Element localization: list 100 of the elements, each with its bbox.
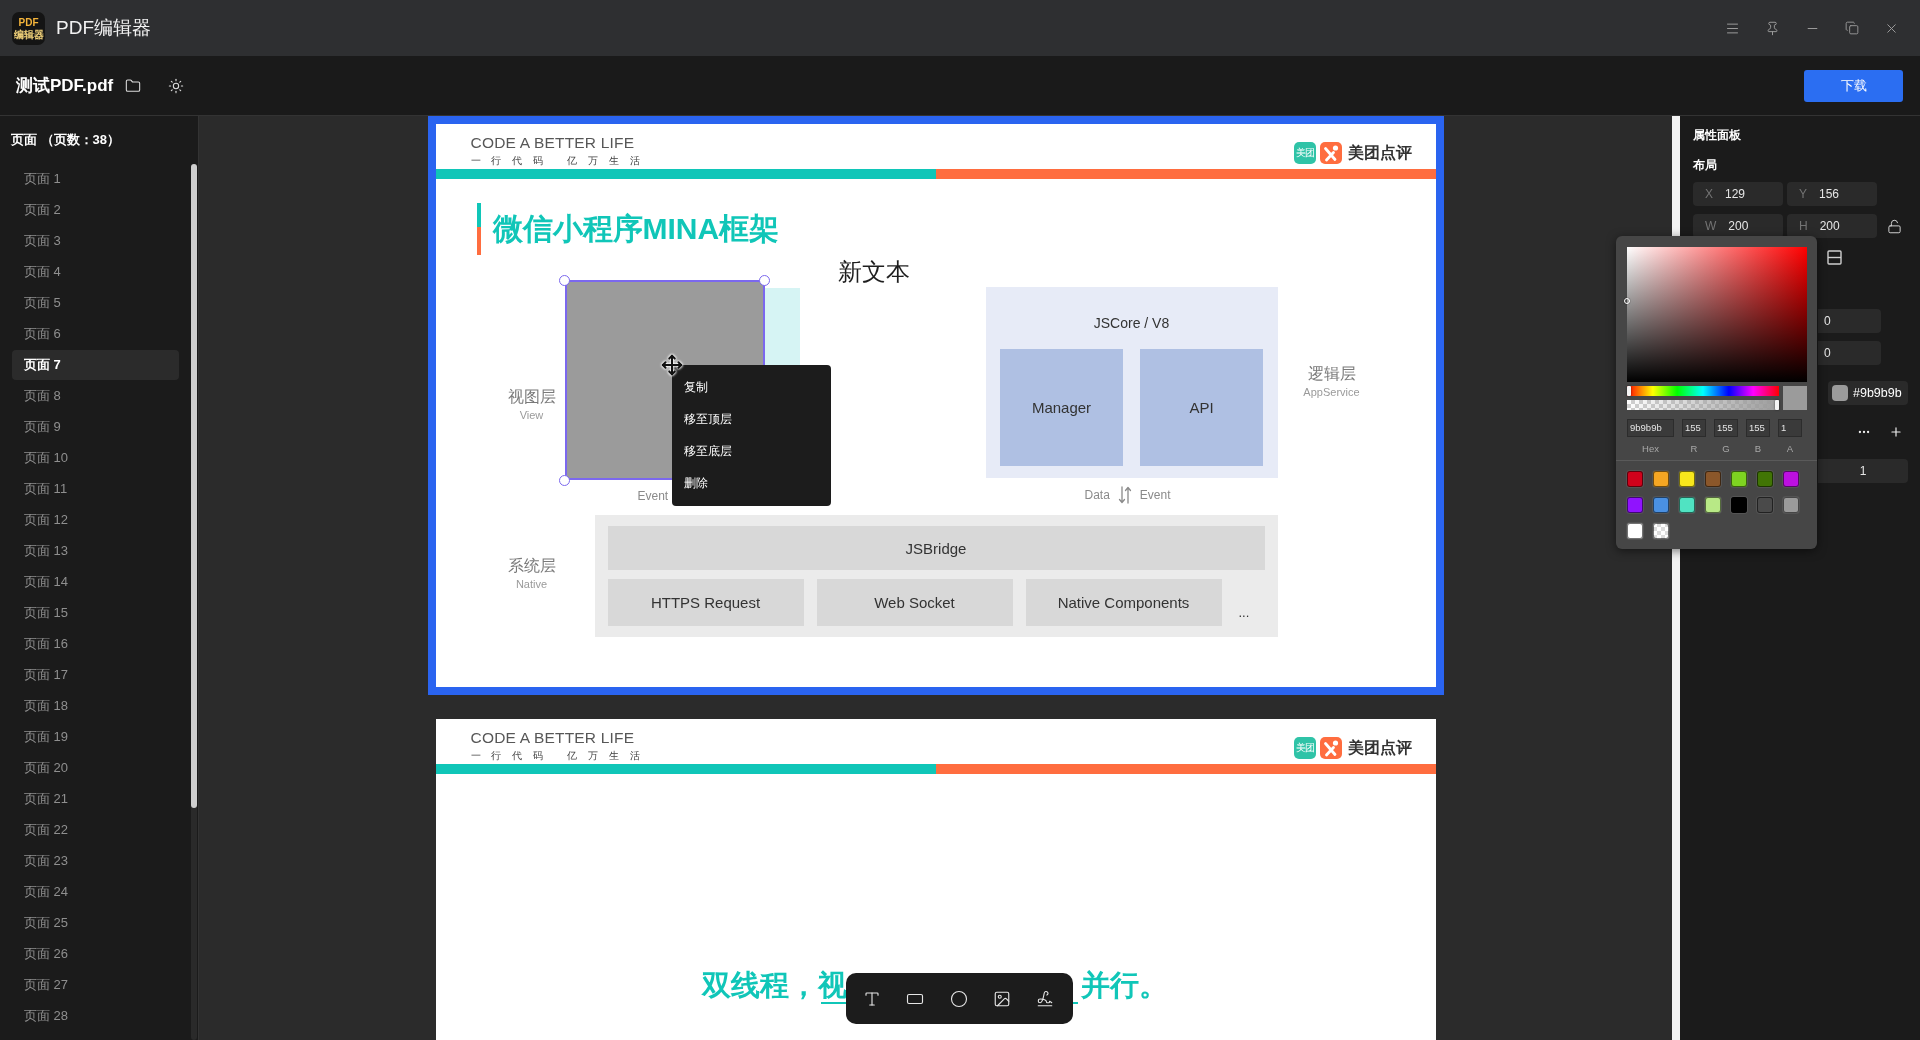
up-down-arrows-icon bbox=[1117, 486, 1132, 504]
swatch-icon[interactable] bbox=[1679, 497, 1695, 513]
horizontal-split-icon[interactable] bbox=[1827, 250, 1842, 265]
sun-icon[interactable] bbox=[168, 77, 185, 94]
saturation-field[interactable] bbox=[1627, 247, 1807, 382]
page-list-item[interactable]: 页面 23 bbox=[12, 846, 179, 876]
image-icon[interactable] bbox=[992, 989, 1011, 1008]
page-list-item[interactable]: 页面 13 bbox=[12, 536, 179, 566]
page-list-item[interactable]: 页面 1 bbox=[12, 164, 179, 194]
swatch-icon[interactable] bbox=[1757, 471, 1773, 487]
number-field[interactable]: W 200 bbox=[1693, 214, 1783, 238]
color-input-field[interactable]: 9b9b9b bbox=[1627, 419, 1674, 437]
checkered-swatch-icon[interactable] bbox=[1653, 523, 1669, 539]
swatch-icon[interactable] bbox=[1757, 497, 1773, 513]
hue-slider[interactable] bbox=[1627, 386, 1779, 396]
resize-handle-icon[interactable] bbox=[759, 274, 770, 286]
page-list-item[interactable]: 页面 22 bbox=[12, 815, 179, 845]
page-list-item[interactable]: 页面 16 bbox=[12, 629, 179, 659]
swatch-icon[interactable] bbox=[1627, 497, 1643, 513]
swatch-icon[interactable] bbox=[1705, 497, 1721, 513]
layer-sublabel: Native bbox=[515, 577, 548, 591]
engine-label: JSCore / V8 bbox=[1093, 314, 1170, 333]
page-list-item[interactable]: 页面 26 bbox=[12, 939, 179, 969]
file-name: 测试PDF.pdf bbox=[16, 75, 114, 97]
page-list-item[interactable]: 页面 28 bbox=[12, 1001, 179, 1031]
scrollbar-thumb[interactable] bbox=[191, 164, 197, 808]
page-list-item[interactable]: 页面 8 bbox=[12, 381, 179, 411]
text-box[interactable]: 新文本 bbox=[837, 257, 910, 287]
pdf-page[interactable]: CODE A BETTER LIFE 一行代码 亿万生活 美团 美团点评 双线程，视 并行。 bbox=[435, 719, 1436, 1040]
page-list-item[interactable]: 页面 4 bbox=[12, 257, 179, 287]
swatch-icon[interactable] bbox=[1679, 471, 1695, 487]
page-list-item[interactable]: 页面 18 bbox=[12, 691, 179, 721]
text-icon[interactable] bbox=[863, 989, 881, 1008]
alpha-slider[interactable] bbox=[1627, 400, 1779, 410]
folder-icon[interactable] bbox=[125, 77, 142, 94]
page-list-item[interactable]: 页面 12 bbox=[12, 505, 179, 535]
page-list-item[interactable]: 页面 11 bbox=[12, 474, 179, 504]
resize-handle-icon[interactable] bbox=[559, 274, 570, 286]
swatch-icon[interactable] bbox=[1627, 523, 1643, 539]
page-list-item[interactable]: 页面 27 bbox=[12, 970, 179, 1000]
color-input-field[interactable]: 1 bbox=[1778, 419, 1802, 437]
data-label: Data bbox=[1084, 488, 1110, 502]
number-field[interactable]: X 129 bbox=[1693, 182, 1783, 206]
page-list-item[interactable]: 页面 19 bbox=[12, 722, 179, 752]
swatch-icon[interactable] bbox=[1653, 471, 1669, 487]
resize-handle-icon[interactable] bbox=[559, 474, 570, 486]
menu-icon[interactable] bbox=[1725, 20, 1740, 36]
pin-icon[interactable] bbox=[1765, 20, 1780, 36]
motto-text: 一行代码 亿万生活 bbox=[470, 750, 651, 762]
swatch-icon[interactable] bbox=[1653, 497, 1669, 513]
number-field[interactable]: Y 156 bbox=[1787, 182, 1877, 206]
color-input-field[interactable]: 155 bbox=[1746, 419, 1770, 437]
slide-title: 微信小程序MINA框架 bbox=[492, 211, 780, 247]
menu-item[interactable]: 移至底层 bbox=[671, 435, 831, 467]
plus-icon[interactable] bbox=[1889, 425, 1903, 439]
color-field[interactable]: #9b9b9b bbox=[1828, 381, 1908, 405]
page-list-item[interactable]: 页面 5 bbox=[12, 288, 179, 318]
menu-item[interactable]: 删除 bbox=[671, 467, 831, 499]
event-label: Event bbox=[1139, 488, 1171, 502]
pdf-page[interactable]: CODE A BETTER LIFE 一行代码 亿万生活 美团 美团点评 微信小程序MINA框架 新文本 视图层 View Event JSCore / V8 Manager API 逻辑层 AppService Data Event JSBridge HTTPS Request Web Socket Native Components ... 系统层 Native 复制 移至顶层 移至底层 删除 bbox=[427, 116, 1444, 695]
page-list-item[interactable]: 页面 21 bbox=[12, 784, 179, 814]
page-list-item[interactable]: 页面 7 bbox=[12, 350, 179, 380]
lock-icon[interactable] bbox=[1887, 218, 1902, 234]
page-list-item[interactable]: 页面 6 bbox=[12, 319, 179, 349]
input-label: Hex bbox=[1642, 443, 1659, 455]
field-label: H bbox=[1799, 219, 1808, 233]
number-field[interactable]: 0 bbox=[1818, 341, 1881, 365]
menu-item[interactable]: 复制 bbox=[671, 371, 831, 403]
page-list-item[interactable]: 页面 15 bbox=[12, 598, 179, 628]
swatch-icon[interactable] bbox=[1783, 471, 1799, 487]
page-list-item[interactable]: 页面 24 bbox=[12, 877, 179, 907]
page-list-item[interactable]: 页面 3 bbox=[12, 226, 179, 256]
page-list-item[interactable]: 页面 25 bbox=[12, 908, 179, 938]
number-field[interactable]: 0 bbox=[1818, 309, 1881, 333]
restore-icon[interactable] bbox=[1845, 21, 1859, 35]
slider-thumb[interactable] bbox=[1775, 400, 1779, 410]
field-label: X bbox=[1705, 187, 1713, 201]
slider-thumb[interactable] bbox=[1627, 386, 1631, 396]
page-list-item[interactable]: 页面 20 bbox=[12, 753, 179, 783]
module-block: HTTPS Request bbox=[607, 579, 804, 626]
page-list-item[interactable]: 页面 17 bbox=[12, 660, 179, 690]
page-list-item[interactable]: 页面 14 bbox=[12, 567, 179, 597]
page-list-item[interactable]: 页面 10 bbox=[12, 443, 179, 473]
color-input-field[interactable]: 155 bbox=[1714, 419, 1738, 437]
swatch-icon[interactable] bbox=[1705, 471, 1721, 487]
page-list-item[interactable]: 页面 9 bbox=[12, 412, 179, 442]
swatch-icon[interactable] bbox=[1783, 497, 1799, 513]
swatch-icon[interactable] bbox=[1731, 497, 1747, 513]
scrollbar-track[interactable] bbox=[191, 164, 197, 1040]
number-field[interactable]: 1 bbox=[1818, 459, 1908, 483]
input-label: A bbox=[1786, 443, 1794, 455]
swatch-icon[interactable] bbox=[1627, 471, 1643, 487]
menu-item[interactable]: 移至顶层 bbox=[671, 403, 831, 435]
color-input-field[interactable]: 155 bbox=[1682, 419, 1706, 437]
page-list-item[interactable]: 页面 2 bbox=[12, 195, 179, 225]
download-button[interactable]: 下载 bbox=[1804, 69, 1903, 102]
circle-icon[interactable] bbox=[949, 989, 968, 1008]
signature-icon[interactable] bbox=[1036, 989, 1054, 1008]
swatch-icon[interactable] bbox=[1731, 471, 1747, 487]
number-field[interactable]: H 200 bbox=[1787, 214, 1877, 238]
